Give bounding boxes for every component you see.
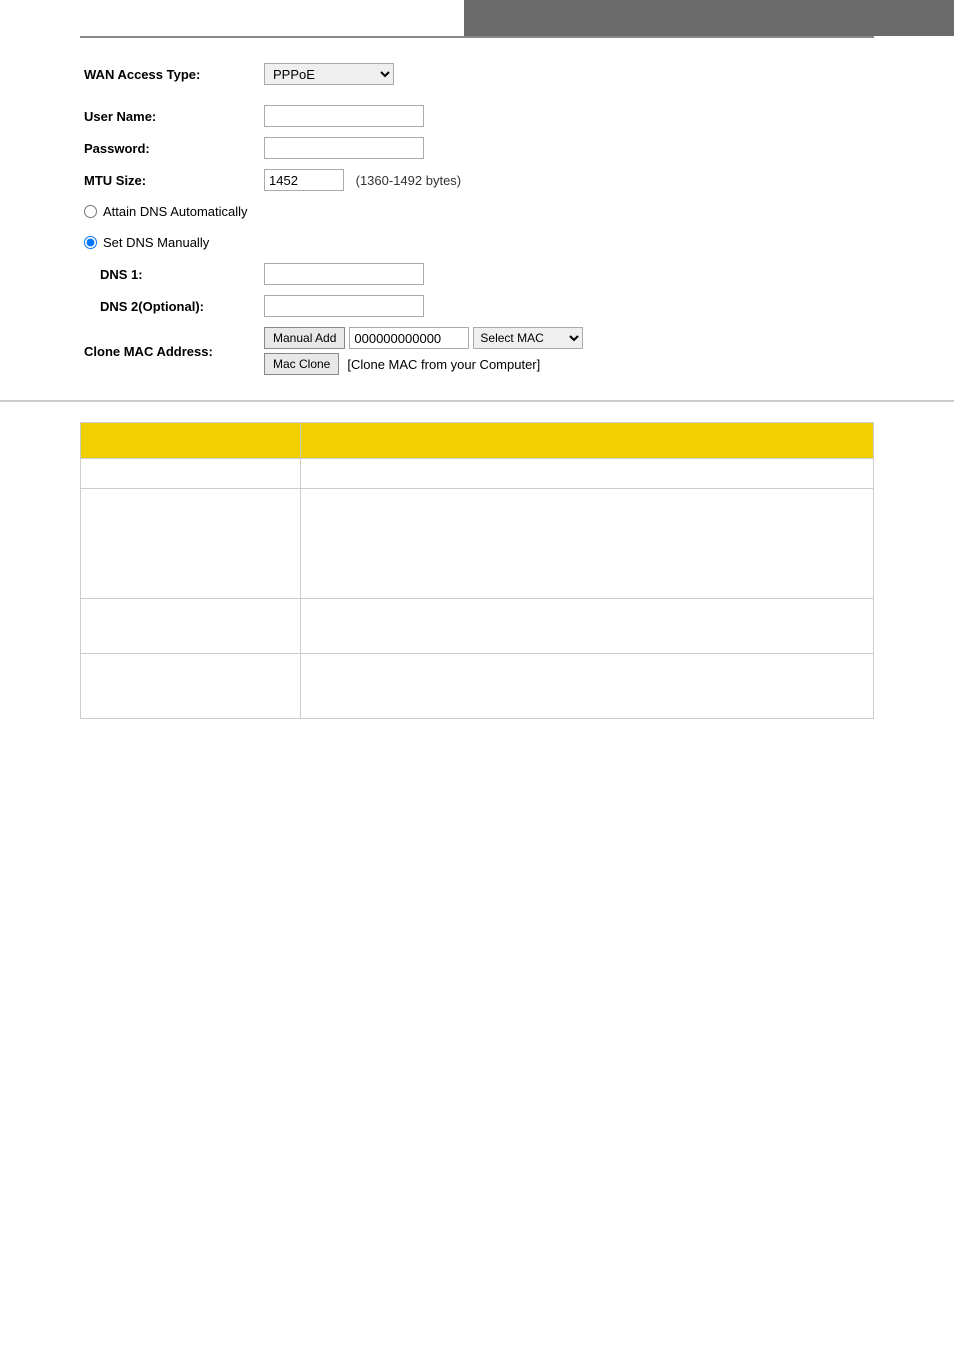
table-header-row — [81, 423, 874, 459]
dns2-row: DNS 2(Optional): — [80, 290, 874, 322]
attain-dns-label: Attain DNS Automatically — [103, 204, 248, 219]
table-row — [81, 654, 874, 719]
clone-mac-line2: Mac Clone [Clone MAC from your Computer] — [264, 353, 870, 375]
mtu-input[interactable] — [264, 169, 344, 191]
attain-dns-cell: Attain DNS Automatically — [80, 196, 874, 227]
manual-add-button[interactable]: Manual Add — [264, 327, 345, 349]
attain-dns-radio[interactable] — [84, 205, 97, 218]
dns1-row: DNS 1: — [80, 258, 874, 290]
set-dns-radio-row: Set DNS Manually — [84, 232, 870, 253]
mtu-hint: (1360-1492 bytes) — [356, 173, 462, 188]
table-cell-2-1 — [81, 489, 301, 599]
table-cell-2-2 — [301, 489, 874, 599]
clone-mac-cell: Manual Add Select MAC Mac Clone [Clone M… — [260, 322, 874, 380]
info-table — [80, 422, 874, 719]
table-row — [81, 489, 874, 599]
password-label: Password: — [80, 132, 260, 164]
wan-access-type-cell: PPPoE DHCP Static IP — [260, 58, 874, 90]
form-section: WAN Access Type: PPPoE DHCP Static IP Us… — [0, 38, 954, 402]
set-dns-radio[interactable] — [84, 236, 97, 249]
table-cell-1-2 — [301, 459, 874, 489]
set-dns-row: Set DNS Manually — [80, 227, 874, 258]
dns2-cell — [260, 290, 874, 322]
dns1-cell — [260, 258, 874, 290]
table-row — [81, 599, 874, 654]
password-input[interactable] — [264, 137, 424, 159]
select-mac-dropdown[interactable]: Select MAC — [473, 327, 583, 349]
clone-mac-line1: Manual Add Select MAC — [264, 327, 870, 349]
attain-dns-radio-row: Attain DNS Automatically — [84, 201, 870, 222]
table-cell-4-1 — [81, 654, 301, 719]
mac-clone-button[interactable]: Mac Clone — [264, 353, 339, 375]
clone-mac-row: Clone MAC Address: Manual Add Select MAC… — [80, 322, 874, 380]
set-dns-label: Set DNS Manually — [103, 235, 209, 250]
clone-mac-label: Clone MAC Address: — [80, 322, 260, 380]
wan-form: WAN Access Type: PPPoE DHCP Static IP Us… — [80, 58, 874, 380]
table-cell-3-1 — [81, 599, 301, 654]
username-row: User Name: — [80, 100, 874, 132]
username-input[interactable] — [264, 105, 424, 127]
password-cell — [260, 132, 874, 164]
dns2-input[interactable] — [264, 295, 424, 317]
spacer-row-1 — [80, 90, 874, 100]
table-row — [81, 459, 874, 489]
table-cell-3-2 — [301, 599, 874, 654]
wan-access-type-select[interactable]: PPPoE DHCP Static IP — [264, 63, 394, 85]
username-cell — [260, 100, 874, 132]
mac-address-input[interactable] — [349, 327, 469, 349]
table-header-col1 — [81, 423, 301, 459]
info-section — [80, 422, 874, 719]
mtu-label: MTU Size: — [80, 164, 260, 196]
password-row: Password: — [80, 132, 874, 164]
mtu-cell: (1360-1492 bytes) — [260, 164, 874, 196]
mtu-row: MTU Size: (1360-1492 bytes) — [80, 164, 874, 196]
dns2-label: DNS 2(Optional): — [80, 290, 260, 322]
attain-dns-row: Attain DNS Automatically — [80, 196, 874, 227]
wan-access-type-label: WAN Access Type: — [80, 58, 260, 90]
clone-mac-controls: Manual Add Select MAC Mac Clone [Clone M… — [264, 327, 870, 375]
dns1-label: DNS 1: — [80, 258, 260, 290]
table-cell-4-2 — [301, 654, 874, 719]
table-cell-1-1 — [81, 459, 301, 489]
username-label: User Name: — [80, 100, 260, 132]
header-bar — [464, 0, 954, 36]
mac-clone-hint: [Clone MAC from your Computer] — [347, 357, 540, 372]
table-header-col2 — [301, 423, 874, 459]
dns1-input[interactable] — [264, 263, 424, 285]
set-dns-cell: Set DNS Manually — [80, 227, 874, 258]
wan-access-type-row: WAN Access Type: PPPoE DHCP Static IP — [80, 58, 874, 90]
